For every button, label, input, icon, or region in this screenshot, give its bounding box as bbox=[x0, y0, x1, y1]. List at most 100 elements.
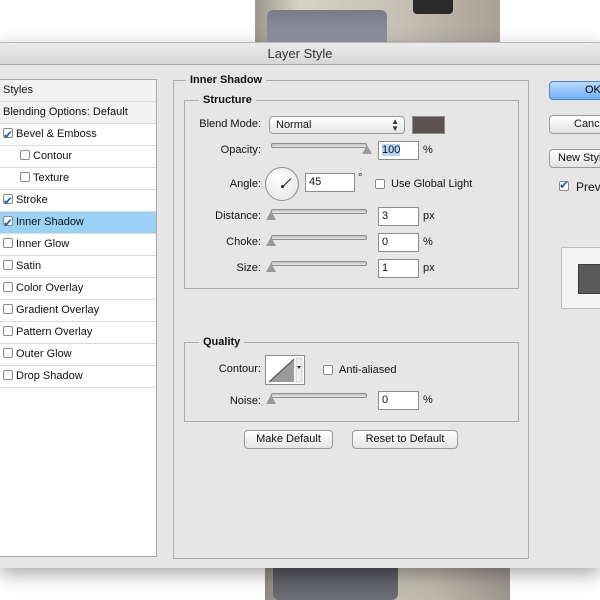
opacity-field[interactable]: 100 bbox=[378, 141, 419, 160]
style-item-label: Outer Glow bbox=[16, 348, 72, 360]
structure-title: Structure bbox=[199, 94, 256, 106]
contour-curve-icon bbox=[268, 357, 303, 383]
new-style-button[interactable]: New Style... bbox=[549, 149, 600, 168]
ok-button[interactable]: OK bbox=[549, 81, 600, 100]
drop-shadow-checkbox[interactable] bbox=[3, 370, 13, 380]
contour-label: Contour: bbox=[218, 363, 261, 375]
angle-field[interactable]: 45 bbox=[305, 173, 355, 192]
stroke-checkbox[interactable] bbox=[3, 191, 13, 212]
choke-label: Choke: bbox=[226, 236, 261, 248]
opacity-slider-track[interactable] bbox=[271, 143, 367, 148]
quality-title: Quality bbox=[199, 336, 245, 348]
opacity-value: 100 bbox=[382, 144, 401, 156]
blend-mode-select[interactable]: Normal ▲ ▼ bbox=[269, 116, 405, 134]
noise-unit: % bbox=[423, 394, 433, 406]
size-slider-thumb[interactable] bbox=[266, 263, 276, 272]
angle-unit: ° bbox=[358, 172, 363, 184]
texture-checkbox[interactable] bbox=[20, 172, 30, 182]
background-device-bottom bbox=[265, 565, 510, 600]
choke-unit: % bbox=[423, 236, 433, 248]
global-light-label: Use Global Light bbox=[391, 178, 473, 190]
noise-label: Noise: bbox=[229, 395, 261, 407]
preview-label: Preview bbox=[576, 180, 600, 194]
style-item-gradient-overlay[interactable]: Gradient Overlay bbox=[0, 300, 156, 322]
style-item-label: Inner Shadow bbox=[16, 216, 84, 228]
noise-field[interactable]: 0 bbox=[378, 391, 419, 410]
style-item-color-overlay[interactable]: Color Overlay bbox=[0, 278, 156, 300]
dialog-title[interactable]: Layer Style bbox=[0, 43, 600, 65]
contour-checkbox[interactable] bbox=[20, 150, 30, 160]
preview-swatch bbox=[578, 264, 600, 294]
size-field[interactable]: 1 bbox=[378, 259, 419, 278]
gradient-overlay-checkbox[interactable] bbox=[3, 304, 13, 314]
style-item-drop-shadow[interactable]: Drop Shadow bbox=[0, 366, 156, 388]
styles-list: Styles Blending Options: Default Bevel &… bbox=[0, 79, 157, 557]
anti-aliased-checkbox[interactable] bbox=[323, 365, 333, 375]
style-item-label: Color Overlay bbox=[16, 282, 84, 294]
style-item-outer-glow[interactable]: Outer Glow bbox=[0, 344, 156, 366]
distance-slider-thumb[interactable] bbox=[266, 211, 276, 220]
background-device-knob bbox=[413, 0, 453, 14]
make-default-button[interactable]: Make Default bbox=[244, 430, 333, 449]
cancel-button[interactable]: Cancel bbox=[549, 115, 600, 134]
contour-picker[interactable] bbox=[265, 355, 305, 385]
anti-aliased-label: Anti-aliased bbox=[339, 364, 397, 376]
style-item-label: Inner Glow bbox=[16, 238, 70, 250]
inner-shadow-checkbox[interactable] bbox=[3, 213, 13, 234]
satin-checkbox[interactable] bbox=[3, 260, 13, 270]
angle-dial-center bbox=[281, 185, 284, 188]
blend-mode-value: Normal bbox=[276, 119, 312, 131]
style-item-stroke[interactable]: Stroke bbox=[0, 190, 156, 212]
pattern-overlay-checkbox[interactable] bbox=[3, 326, 13, 336]
bevel-emboss-checkbox[interactable] bbox=[3, 125, 13, 146]
shadow-color-swatch[interactable] bbox=[412, 116, 445, 134]
style-item-contour[interactable]: Contour bbox=[0, 146, 156, 168]
size-slider-track[interactable] bbox=[271, 261, 367, 266]
color-overlay-checkbox[interactable] bbox=[3, 282, 13, 292]
global-light-checkbox[interactable] bbox=[375, 179, 385, 189]
distance-unit: px bbox=[423, 210, 435, 222]
distance-slider-track[interactable] bbox=[271, 209, 367, 214]
style-item-label: Stroke bbox=[16, 194, 48, 206]
style-item-texture[interactable]: Texture bbox=[0, 168, 156, 190]
distance-field[interactable]: 3 bbox=[378, 207, 419, 226]
choke-slider-track[interactable] bbox=[271, 235, 367, 240]
choke-field[interactable]: 0 bbox=[378, 233, 419, 252]
style-item-label: Satin bbox=[16, 260, 42, 272]
preview-thumbnail bbox=[561, 247, 600, 309]
outer-glow-checkbox[interactable] bbox=[3, 348, 13, 358]
background-device-screen-bottom bbox=[273, 565, 398, 600]
inner-shadow-panel: Inner Shadow Structure Blend Mode: Norma… bbox=[173, 74, 529, 559]
style-item-label: Bevel & Emboss bbox=[16, 128, 97, 140]
layer-style-dialog: Layer Style Styles Blending Options: Def… bbox=[0, 42, 600, 568]
structure-group: Structure Blend Mode: Normal ▲ ▼ Opacity:… bbox=[184, 94, 519, 289]
angle-label: Angle: bbox=[229, 178, 261, 190]
styles-header[interactable]: Styles bbox=[0, 80, 156, 102]
inner-glow-checkbox[interactable] bbox=[3, 238, 13, 248]
distance-label: Distance: bbox=[215, 210, 261, 222]
noise-slider-track[interactable] bbox=[271, 393, 367, 398]
style-item-satin[interactable]: Satin bbox=[0, 256, 156, 278]
style-item-label: Drop Shadow bbox=[16, 370, 83, 382]
choke-slider-thumb[interactable] bbox=[266, 237, 276, 246]
style-item-label: Pattern Overlay bbox=[16, 326, 93, 338]
reset-to-default-button[interactable]: Reset to Default bbox=[352, 430, 458, 449]
style-item-inner-glow[interactable]: Inner Glow bbox=[0, 234, 156, 256]
opacity-label: Opacity: bbox=[220, 144, 261, 156]
style-item-bevel-emboss[interactable]: Bevel & Emboss bbox=[0, 124, 156, 146]
opacity-slider-thumb[interactable] bbox=[362, 145, 372, 154]
blending-options-item[interactable]: Blending Options: Default bbox=[0, 102, 156, 124]
noise-slider-thumb[interactable] bbox=[266, 395, 276, 404]
style-item-pattern-overlay[interactable]: Pattern Overlay bbox=[0, 322, 156, 344]
style-item-label: Contour bbox=[33, 150, 73, 162]
blend-mode-label: Blend Mode: bbox=[199, 118, 261, 130]
quality-group: Quality Contour: Anti-aliased Noise: 0 % bbox=[184, 336, 519, 422]
angle-dial[interactable] bbox=[265, 167, 299, 201]
style-item-label: Gradient Overlay bbox=[16, 304, 100, 316]
select-arrows-icon: ▲ ▼ bbox=[391, 117, 399, 133]
preview-checkbox[interactable] bbox=[559, 178, 569, 192]
size-unit: px bbox=[423, 262, 435, 274]
style-item-inner-shadow[interactable]: Inner Shadow bbox=[0, 212, 156, 234]
size-label: Size: bbox=[236, 262, 261, 274]
inner-shadow-title: Inner Shadow bbox=[186, 74, 267, 86]
